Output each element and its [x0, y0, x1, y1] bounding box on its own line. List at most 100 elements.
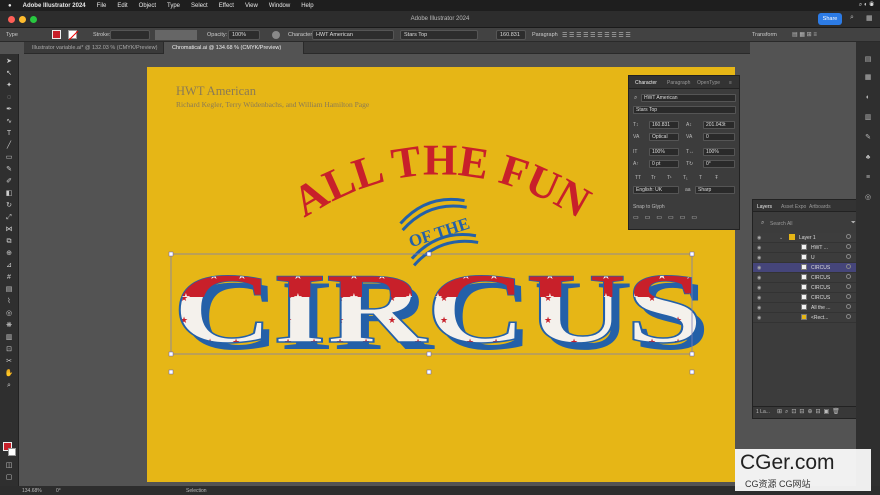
- selection-handle[interactable]: [168, 251, 174, 257]
- graph-tool-icon[interactable]: ▥: [4, 334, 14, 342]
- tab-character[interactable]: Character: [635, 80, 657, 86]
- pen-tool-icon[interactable]: ✒: [4, 106, 14, 114]
- selection-handle[interactable]: [168, 369, 174, 375]
- curvature-tool-icon[interactable]: ∿: [4, 118, 14, 126]
- eye-icon[interactable]: ◉: [757, 315, 761, 321]
- eye-icon[interactable]: ◉: [757, 295, 761, 301]
- superscript-button[interactable]: T¹: [667, 175, 672, 181]
- tab-paragraph[interactable]: Paragraph: [667, 80, 690, 86]
- language-select[interactable]: English: UK: [633, 186, 679, 194]
- symbols-icon[interactable]: ♣: [864, 154, 872, 162]
- underline-button[interactable]: T: [699, 175, 702, 181]
- brush-preview[interactable]: [155, 30, 197, 40]
- strikethrough-button[interactable]: Ŧ: [715, 175, 718, 181]
- font-size-input[interactable]: 160.831: [649, 121, 679, 129]
- font-style-input[interactable]: Stars Top: [633, 106, 736, 114]
- eye-icon[interactable]: ◉: [757, 305, 761, 311]
- item-name[interactable]: CIRCUS: [811, 265, 830, 271]
- rotate-tool-icon[interactable]: ↻: [4, 202, 14, 210]
- selection-tool-icon[interactable]: ➤: [4, 58, 14, 66]
- apple-icon[interactable]: ●: [8, 3, 12, 9]
- expand-icon[interactable]: ⌄: [779, 235, 783, 241]
- tab-artboards[interactable]: Artboards: [809, 204, 831, 210]
- tab-chromatical[interactable]: Chromatical.ai @ 134.68 % (CMYK/Preview): [164, 42, 304, 54]
- baseline-shift-input[interactable]: 0 pt: [649, 160, 679, 168]
- subscript-button[interactable]: T₁: [683, 175, 688, 181]
- selection-handle[interactable]: [426, 369, 432, 375]
- control-options-icons[interactable]: ▤ ▦ ⊞ ≡: [792, 31, 817, 38]
- all-caps-button[interactable]: TT: [635, 175, 641, 181]
- target-icon[interactable]: [846, 314, 851, 319]
- zoom-field[interactable]: 134.68%: [22, 488, 42, 494]
- vertical-scale-input[interactable]: 100%: [649, 148, 679, 156]
- layer-item-row[interactable]: ◉ HWT ...: [753, 243, 859, 253]
- font-style-field[interactable]: Stars Top: [400, 30, 478, 40]
- properties-icon[interactable]: ▤: [864, 56, 872, 64]
- character-link[interactable]: Character: [288, 32, 312, 38]
- rectangle-tool-icon[interactable]: ▭: [4, 154, 14, 162]
- layer-item-row[interactable]: ◉ CIRCUS: [753, 273, 859, 283]
- layer-item-row[interactable]: ◉ <Rect...: [753, 313, 859, 323]
- target-icon[interactable]: [846, 304, 851, 309]
- tracking-input[interactable]: 0: [703, 133, 735, 141]
- selection-handle[interactable]: [426, 251, 432, 257]
- shape-builder-tool-icon[interactable]: ⊕: [4, 250, 14, 258]
- menu-type[interactable]: Type: [167, 3, 180, 9]
- align-icons[interactable]: ☰ ☰ ☰ ☰ ☰ ☰ ☰ ☰ ☰ ☰: [562, 32, 631, 39]
- selection-handle[interactable]: [168, 351, 174, 357]
- item-name[interactable]: All the ...: [811, 305, 830, 311]
- rotation-input[interactable]: 0°: [703, 160, 735, 168]
- type-tool-icon[interactable]: T: [4, 130, 14, 138]
- width-tool-icon[interactable]: ⋈: [4, 226, 14, 234]
- selection-handle[interactable]: [689, 251, 695, 257]
- slice-tool-icon[interactable]: ✂: [4, 358, 14, 366]
- item-name[interactable]: CIRCUS: [811, 295, 830, 301]
- selection-handle[interactable]: [689, 369, 695, 375]
- blend-tool-icon[interactable]: ◎: [4, 310, 14, 318]
- selection-handle[interactable]: [426, 351, 432, 357]
- font-family-field[interactable]: HWT American: [312, 30, 394, 40]
- layer-item-row[interactable]: ◉ CIRCUS: [753, 293, 859, 303]
- stroke-panel-icon[interactable]: ≡: [864, 174, 872, 182]
- leading-input[interactable]: 201.043t: [703, 121, 735, 129]
- symbol-sprayer-tool-icon[interactable]: ❋: [4, 322, 14, 330]
- gradient-tool-icon[interactable]: ▤: [4, 286, 14, 294]
- target-icon[interactable]: [846, 254, 851, 259]
- layer-item-row[interactable]: ◉ CIRCUS: [753, 283, 859, 293]
- style-icon[interactable]: [272, 31, 280, 39]
- menu-object[interactable]: Object: [139, 3, 156, 9]
- transparency-icon[interactable]: ◎: [864, 194, 872, 202]
- menu-select[interactable]: Select: [191, 3, 208, 9]
- layer-row[interactable]: ◉ ⌄ Layer 1: [753, 233, 859, 243]
- tab-illustrator-variable[interactable]: Illustrator variable.ai* @ 132.03 % (CMY…: [24, 42, 164, 54]
- arc-text[interactable]: ALL THE FUN: [284, 135, 598, 227]
- shaper-tool-icon[interactable]: ✐: [4, 178, 14, 186]
- menu-effect[interactable]: Effect: [219, 3, 234, 9]
- magic-wand-tool-icon[interactable]: ✦: [4, 82, 14, 90]
- stroke-swatch[interactable]: [68, 30, 79, 41]
- opacity-field[interactable]: 100%: [228, 30, 260, 40]
- layer-item-row[interactable]: ◉ All the ...: [753, 303, 859, 313]
- paragraph-link[interactable]: Paragraph: [532, 32, 558, 38]
- app-menu[interactable]: Adobe Illustrator 2024: [23, 3, 86, 9]
- target-icon[interactable]: [846, 244, 851, 249]
- font-size-field[interactable]: 160.831: [496, 30, 526, 40]
- artboard-tool-icon[interactable]: ⊡: [4, 346, 14, 354]
- color-icon[interactable]: ◐: [864, 94, 872, 102]
- draw-mode-icon[interactable]: ◫: [4, 462, 14, 470]
- snap-glyph-buttons[interactable]: ▭▭▭▭▭▭: [633, 214, 737, 226]
- free-transform-tool-icon[interactable]: ⧉: [4, 238, 14, 246]
- mesh-tool-icon[interactable]: #: [4, 274, 14, 282]
- brushes-icon[interactable]: ✎: [864, 134, 872, 142]
- layers-search-input[interactable]: Search All: [770, 221, 793, 227]
- eye-icon[interactable]: ◉: [757, 265, 761, 271]
- layers-footer-buttons[interactable]: ⊞⌕⊡⊟⊕⊟▣🗑: [777, 408, 843, 416]
- search-icon[interactable]: ⌕: [850, 14, 859, 23]
- menu-view[interactable]: View: [245, 3, 258, 9]
- horizontal-scale-input[interactable]: 100%: [703, 148, 735, 156]
- layer-item-row[interactable]: ◉ CIRCUS: [753, 263, 859, 273]
- eye-icon[interactable]: ◉: [757, 235, 761, 241]
- eyedropper-tool-icon[interactable]: ⌇: [4, 298, 14, 306]
- hand-tool-icon[interactable]: ✋: [4, 370, 14, 378]
- item-name[interactable]: <Rect...: [811, 315, 828, 321]
